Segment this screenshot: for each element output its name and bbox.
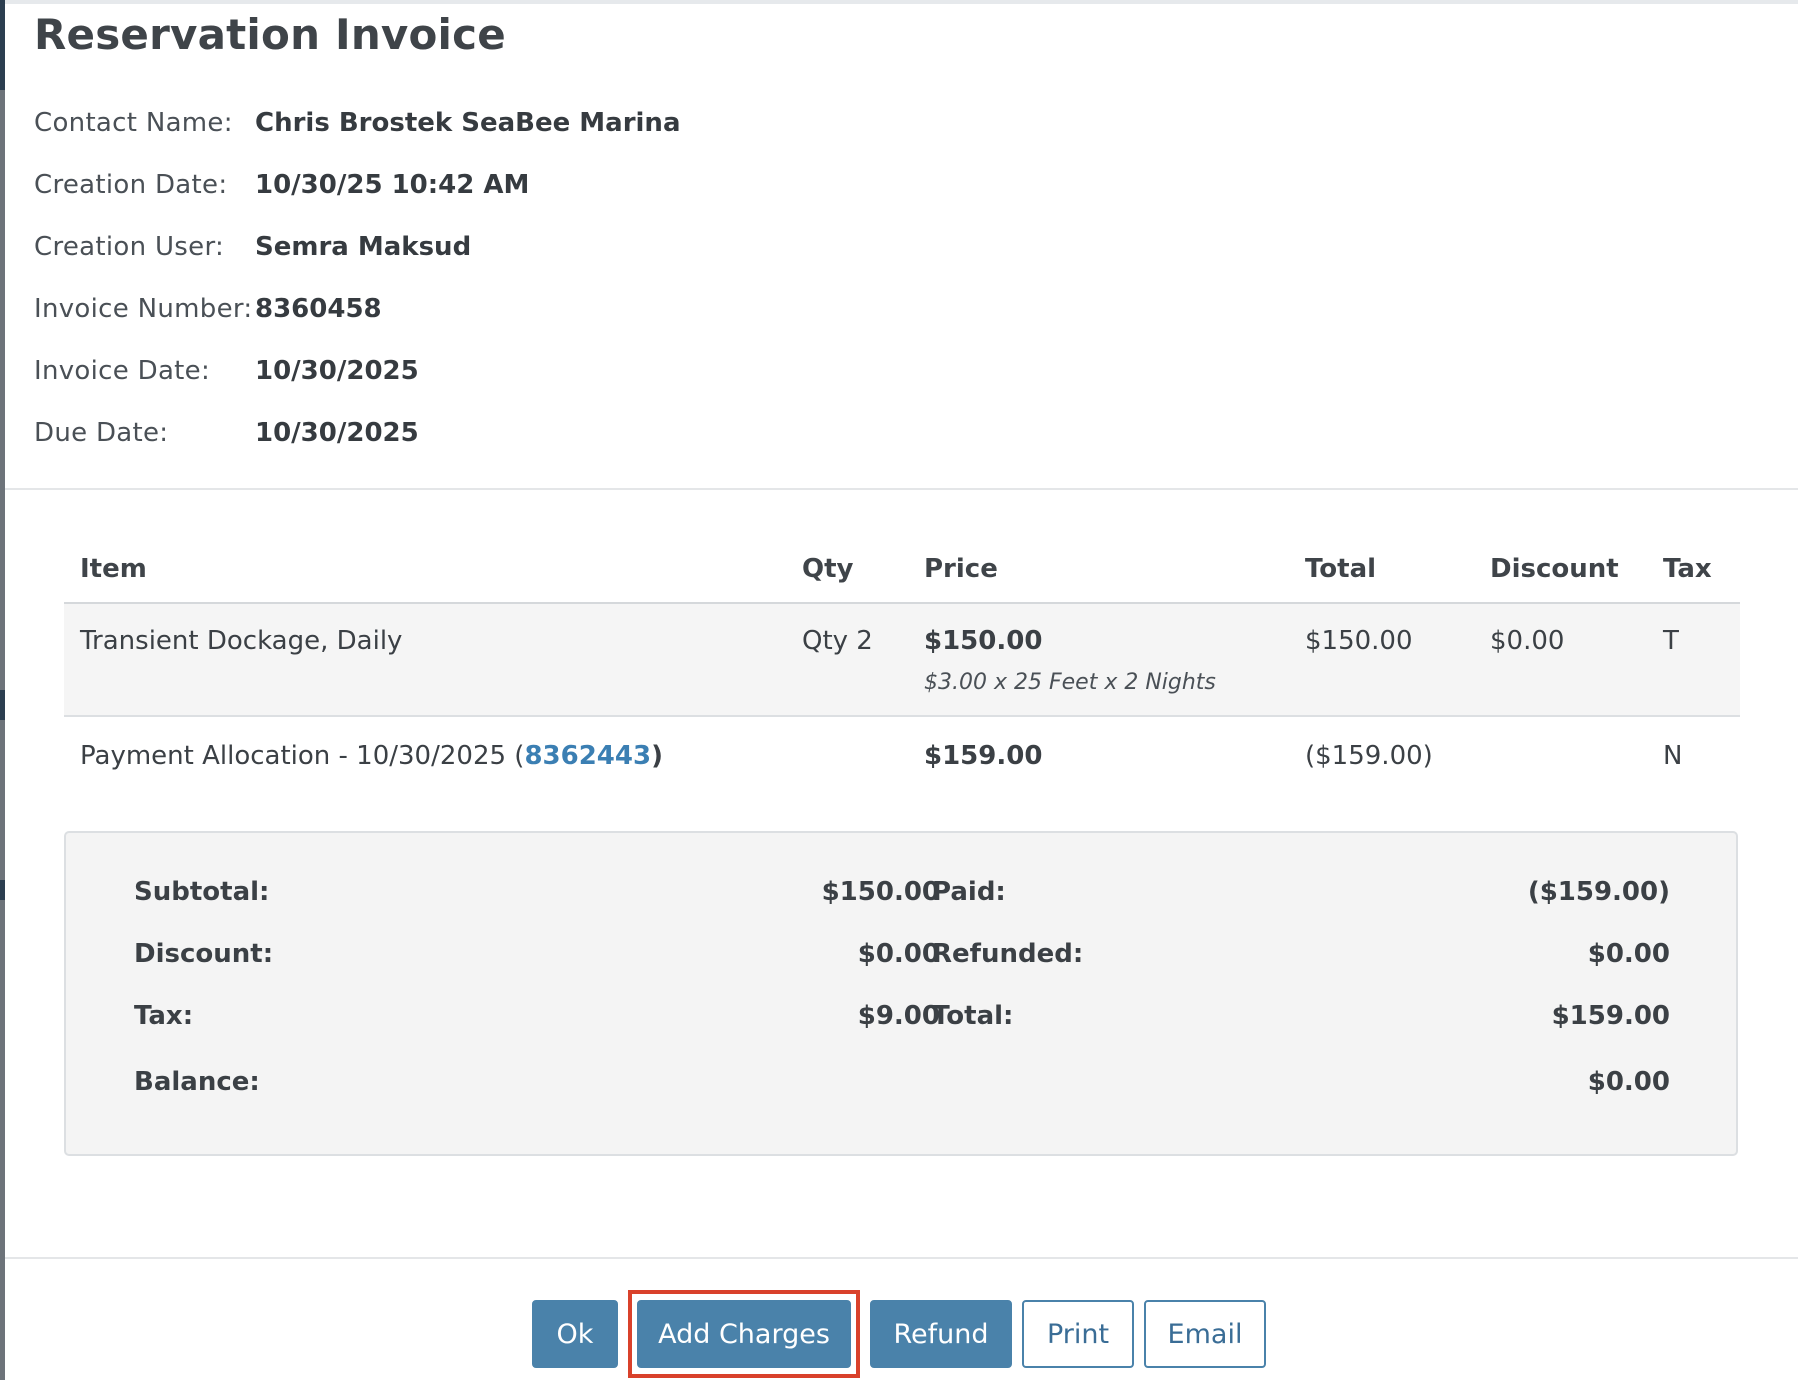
- balance-value: $0.00: [1587, 1067, 1670, 1097]
- discount-value: $0.00: [857, 939, 940, 969]
- balance-label: Balance:: [134, 1067, 260, 1097]
- add-charges-highlight: Add Charges: [628, 1290, 860, 1378]
- line-items-table: Item Qty Price Total Discount Tax Transi…: [64, 536, 1740, 828]
- cell-qty: Qty 2: [786, 603, 908, 717]
- column-header-qty: Qty: [786, 536, 908, 604]
- dialog-top-border: [5, 0, 1798, 4]
- cell-price: $159.00: [908, 716, 1289, 828]
- edge-segment: [0, 0, 5, 90]
- info-row-contact-name: Contact Name: Chris Brostek SeaBee Marin…: [34, 92, 680, 154]
- info-value: 10/30/2025: [255, 356, 419, 386]
- info-label: Contact Name:: [34, 108, 233, 138]
- paid-label: Paid:: [932, 877, 1006, 907]
- discount-label: Discount:: [134, 939, 274, 969]
- column-header-discount: Discount: [1474, 536, 1647, 604]
- refund-button[interactable]: Refund: [870, 1300, 1012, 1368]
- cell-discount: $0.00: [1474, 603, 1647, 717]
- cell-discount: [1474, 716, 1647, 828]
- column-header-item: Item: [64, 536, 786, 604]
- info-label: Invoice Date:: [34, 356, 211, 386]
- invoice-summary: Subtotal: $150.00 Discount: $0.00 Tax: $…: [64, 831, 1738, 1156]
- item-text-suffix: ): [651, 741, 663, 771]
- info-label: Invoice Number:: [34, 294, 253, 324]
- dialog-footer: Ok Add Charges Refund Print Email: [0, 1290, 1798, 1378]
- ok-button[interactable]: Ok: [532, 1300, 618, 1368]
- info-label: Due Date:: [34, 418, 169, 448]
- cell-total: ($159.00): [1305, 741, 1433, 771]
- column-header-price: Price: [908, 536, 1289, 604]
- invoice-info: Contact Name: Chris Brostek SeaBee Marin…: [34, 92, 680, 464]
- info-label: Creation User:: [34, 232, 225, 262]
- info-value: Semra Maksud: [255, 232, 472, 262]
- info-row-invoice-date: Invoice Date: 10/30/2025: [34, 340, 680, 402]
- column-header-tax: Tax: [1647, 536, 1740, 604]
- cell-item: Payment Allocation - 10/30/2025 (8362443…: [64, 716, 786, 828]
- cell-tax: T: [1647, 603, 1740, 717]
- cell-tax: N: [1663, 741, 1683, 771]
- table-row: Payment Allocation - 10/30/2025 (8362443…: [64, 716, 1740, 828]
- info-row-invoice-number: Invoice Number: 8360458: [34, 278, 680, 340]
- price-value: $159.00: [924, 741, 1043, 771]
- info-row-creation-date: Creation Date: 10/30/25 10:42 AM: [34, 154, 680, 216]
- info-row-creation-user: Creation User: Semra Maksud: [34, 216, 680, 278]
- subtotal-label: Subtotal:: [134, 877, 270, 907]
- table-row: Transient Dockage, Daily Qty 2 $150.00 $…: [64, 603, 1740, 717]
- info-value: Chris Brostek SeaBee Marina: [255, 108, 681, 138]
- edge-segment: [0, 690, 5, 720]
- price-detail: $3.00 x 25 Feet x 2 Nights: [924, 670, 1216, 695]
- footer-divider: [5, 1257, 1798, 1259]
- payment-link[interactable]: 8362443: [524, 741, 651, 771]
- refunded-label: Refunded:: [932, 939, 1084, 969]
- info-row-due-date: Due Date: 10/30/2025: [34, 402, 680, 464]
- cell-total: $150.00: [1289, 603, 1474, 717]
- paid-value: ($159.00): [1527, 877, 1670, 907]
- table-header-row: Item Qty Price Total Discount Tax: [64, 536, 1740, 604]
- info-label: Creation Date:: [34, 170, 228, 200]
- info-value: 10/30/2025: [255, 418, 419, 448]
- info-value: 8360458: [255, 294, 382, 324]
- price-value: $150.00: [924, 626, 1043, 656]
- total-value: $159.00: [1551, 1001, 1670, 1031]
- cell-qty: [786, 716, 908, 828]
- info-value: 10/30/25 10:42 AM: [255, 170, 530, 200]
- item-text: Payment Allocation - 10/30/2025 (: [80, 741, 525, 771]
- column-header-total: Total: [1289, 536, 1474, 604]
- edge-segment: [0, 880, 5, 900]
- refunded-value: $0.00: [1587, 939, 1670, 969]
- total-label: Total:: [932, 1001, 1014, 1031]
- print-button[interactable]: Print: [1022, 1300, 1134, 1368]
- cell-item: Transient Dockage, Daily: [64, 603, 786, 717]
- cell-price: $150.00 $3.00 x 25 Feet x 2 Nights: [908, 603, 1289, 717]
- section-divider: [5, 488, 1798, 490]
- subtotal-value: $150.00: [821, 877, 940, 907]
- add-charges-button[interactable]: Add Charges: [637, 1300, 851, 1368]
- dialog-title: Reservation Invoice: [34, 10, 506, 59]
- background-window-edge: [0, 0, 5, 1380]
- tax-value: $9.00: [857, 1001, 940, 1031]
- tax-label: Tax:: [134, 1001, 194, 1031]
- email-button[interactable]: Email: [1144, 1300, 1266, 1368]
